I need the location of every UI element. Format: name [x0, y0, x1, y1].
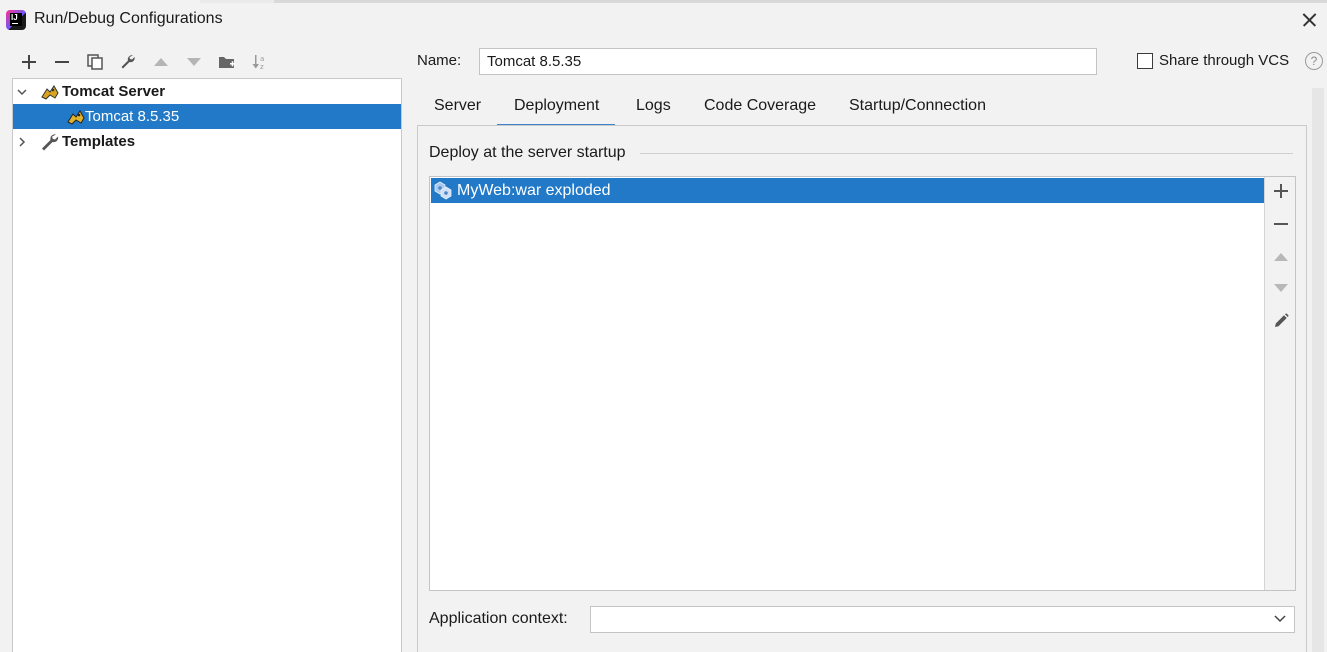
- tomcat-icon: [67, 110, 85, 125]
- section-title: Deploy at the server startup: [429, 144, 626, 161]
- tree-item-templates[interactable]: Templates: [13, 129, 401, 154]
- tab-startup-connection[interactable]: Startup/Connection: [849, 90, 986, 127]
- chevron-right-icon[interactable]: [16, 136, 28, 148]
- wrench-icon[interactable]: [111, 50, 144, 74]
- tree-item-label: Tomcat Server: [62, 83, 166, 100]
- tab-server[interactable]: Server: [434, 90, 481, 127]
- name-field[interactable]: Tomcat 8.5.35: [479, 48, 1097, 75]
- remove-icon[interactable]: [45, 50, 78, 74]
- tab-code-coverage[interactable]: Code Coverage: [704, 90, 816, 127]
- svg-text:a: a: [260, 55, 264, 63]
- deployment-list: MyWeb:war exploded: [429, 176, 1296, 591]
- move-up-icon[interactable]: [144, 50, 177, 74]
- list-item-label: MyWeb:war exploded: [457, 181, 611, 199]
- chevron-down-icon[interactable]: [1274, 615, 1286, 623]
- deployment-side-toolbar: [1264, 177, 1295, 590]
- vertical-scrollbar[interactable]: [1312, 88, 1324, 652]
- move-down-icon[interactable]: [177, 50, 210, 74]
- window-title: Run/Debug Configurations: [34, 10, 223, 27]
- share-checkbox[interactable]: [1137, 52, 1153, 69]
- tree-item-label: Templates: [62, 133, 136, 150]
- chevron-down-icon[interactable]: [16, 86, 28, 98]
- title-bar: IJ Run/Debug Configurations: [0, 0, 1327, 40]
- copy-icon[interactable]: [78, 50, 111, 74]
- share-through-vcs[interactable]: Share through VCS: [1137, 52, 1289, 69]
- config-toolbar: az: [12, 50, 276, 74]
- edit-icon[interactable]: [1265, 307, 1296, 335]
- add-icon[interactable]: [1265, 177, 1296, 205]
- wrench-icon: [42, 134, 59, 151]
- intellij-idea-icon: IJ: [6, 10, 26, 30]
- list-item[interactable]: MyWeb:war exploded: [431, 178, 1264, 203]
- artifact-icon: [434, 181, 452, 200]
- new-folder-icon[interactable]: [210, 50, 243, 74]
- top-divider-segment: [200, 0, 274, 3]
- add-icon[interactable]: [12, 50, 45, 74]
- configuration-tree: Tomcat Server Tomcat 8.5.35 Templates: [12, 78, 402, 652]
- sort-icon[interactable]: az: [243, 50, 276, 74]
- name-label: Name:: [417, 52, 462, 69]
- tree-item-tomcat-server[interactable]: Tomcat Server: [13, 79, 401, 104]
- tomcat-icon: [41, 85, 59, 100]
- application-context-combobox[interactable]: [590, 606, 1295, 633]
- move-up-icon[interactable]: [1265, 243, 1296, 271]
- share-label: Share through VCS: [1159, 52, 1290, 69]
- help-icon[interactable]: ?: [1305, 52, 1323, 70]
- svg-text:z: z: [260, 63, 264, 70]
- remove-icon[interactable]: [1265, 210, 1296, 238]
- tab-deployment[interactable]: Deployment: [497, 90, 616, 127]
- tree-item-tomcat-8-5-35[interactable]: Tomcat 8.5.35: [13, 104, 401, 129]
- move-down-icon[interactable]: [1265, 274, 1296, 302]
- top-divider: [200, 0, 1327, 3]
- section-divider: [640, 153, 1293, 154]
- tab-logs[interactable]: Logs: [636, 90, 671, 127]
- tree-item-label: Tomcat 8.5.35: [85, 108, 180, 125]
- close-button[interactable]: [1296, 6, 1324, 34]
- application-context-label: Application context:: [429, 610, 568, 627]
